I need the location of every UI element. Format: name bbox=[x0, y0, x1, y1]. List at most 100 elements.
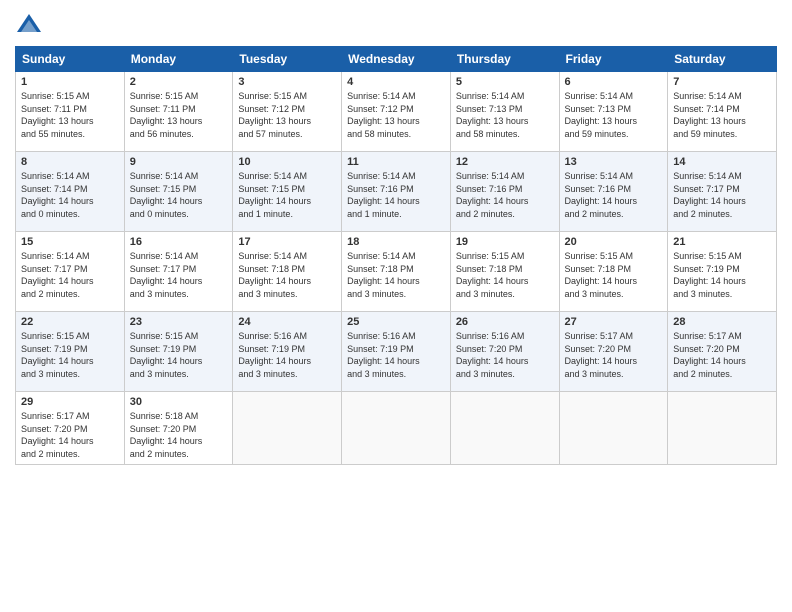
calendar-header-row: SundayMondayTuesdayWednesdayThursdayFrid… bbox=[16, 47, 777, 72]
day-info: Sunrise: 5:14 AM Sunset: 7:13 PM Dayligh… bbox=[565, 90, 663, 140]
calendar-cell: 10 Sunrise: 5:14 AM Sunset: 7:15 PM Dayli… bbox=[233, 152, 342, 232]
day-info: Sunrise: 5:14 AM Sunset: 7:12 PM Dayligh… bbox=[347, 90, 445, 140]
day-number: 2 bbox=[130, 76, 228, 88]
calendar-cell: 14 Sunrise: 5:14 AM Sunset: 7:17 PM Dayli… bbox=[668, 152, 777, 232]
day-number: 8 bbox=[21, 156, 119, 168]
calendar-header-saturday: Saturday bbox=[668, 47, 777, 72]
day-info: Sunrise: 5:16 AM Sunset: 7:20 PM Dayligh… bbox=[456, 330, 554, 380]
calendar-header-sunday: Sunday bbox=[16, 47, 125, 72]
calendar-cell: 8 Sunrise: 5:14 AM Sunset: 7:14 PM Daylig… bbox=[16, 152, 125, 232]
day-info: Sunrise: 5:15 AM Sunset: 7:19 PM Dayligh… bbox=[21, 330, 119, 380]
day-info: Sunrise: 5:14 AM Sunset: 7:14 PM Dayligh… bbox=[673, 90, 771, 140]
calendar-cell: 16 Sunrise: 5:14 AM Sunset: 7:17 PM Dayli… bbox=[124, 232, 233, 312]
day-info: Sunrise: 5:14 AM Sunset: 7:18 PM Dayligh… bbox=[347, 250, 445, 300]
day-info: Sunrise: 5:14 AM Sunset: 7:14 PM Dayligh… bbox=[21, 170, 119, 220]
day-info: Sunrise: 5:14 AM Sunset: 7:16 PM Dayligh… bbox=[347, 170, 445, 220]
day-number: 30 bbox=[130, 396, 228, 408]
day-number: 13 bbox=[565, 156, 663, 168]
calendar-week-row: 8 Sunrise: 5:14 AM Sunset: 7:14 PM Daylig… bbox=[16, 152, 777, 232]
day-number: 10 bbox=[238, 156, 336, 168]
day-number: 16 bbox=[130, 236, 228, 248]
calendar-cell: 30 Sunrise: 5:18 AM Sunset: 7:20 PM Dayli… bbox=[124, 392, 233, 465]
page: SundayMondayTuesdayWednesdayThursdayFrid… bbox=[0, 0, 792, 612]
calendar-cell: 5 Sunrise: 5:14 AM Sunset: 7:13 PM Daylig… bbox=[450, 72, 559, 152]
day-number: 21 bbox=[673, 236, 771, 248]
day-number: 19 bbox=[456, 236, 554, 248]
calendar-cell: 23 Sunrise: 5:15 AM Sunset: 7:19 PM Dayli… bbox=[124, 312, 233, 392]
calendar-header-thursday: Thursday bbox=[450, 47, 559, 72]
calendar-cell: 17Sunrise: 5:14 AM Sunset: 7:18 PM Dayli… bbox=[233, 232, 342, 312]
day-info: Sunrise: 5:14 AM Sunset: 7:17 PM Dayligh… bbox=[21, 250, 119, 300]
calendar-cell: 13Sunrise: 5:14 AM Sunset: 7:16 PM Dayli… bbox=[559, 152, 668, 232]
day-number: 3 bbox=[238, 76, 336, 88]
calendar-cell bbox=[450, 392, 559, 465]
calendar-table: SundayMondayTuesdayWednesdayThursdayFrid… bbox=[15, 46, 777, 465]
day-number: 20 bbox=[565, 236, 663, 248]
day-info: Sunrise: 5:16 AM Sunset: 7:19 PM Dayligh… bbox=[347, 330, 445, 380]
calendar-cell: 18 Sunrise: 5:14 AM Sunset: 7:18 PM Dayli… bbox=[342, 232, 451, 312]
day-number: 23 bbox=[130, 316, 228, 328]
calendar-week-row: 22 Sunrise: 5:15 AM Sunset: 7:19 PM Dayli… bbox=[16, 312, 777, 392]
header bbox=[15, 10, 777, 38]
day-number: 6 bbox=[565, 76, 663, 88]
day-info: Sunrise: 5:14 AM Sunset: 7:17 PM Dayligh… bbox=[673, 170, 771, 220]
day-number: 14 bbox=[673, 156, 771, 168]
logo bbox=[15, 10, 47, 38]
day-number: 1 bbox=[21, 76, 119, 88]
day-number: 26 bbox=[456, 316, 554, 328]
calendar-header-monday: Monday bbox=[124, 47, 233, 72]
day-info: Sunrise: 5:15 AM Sunset: 7:18 PM Dayligh… bbox=[565, 250, 663, 300]
day-number: 4 bbox=[347, 76, 445, 88]
calendar-cell: 7 Sunrise: 5:14 AM Sunset: 7:14 PM Daylig… bbox=[668, 72, 777, 152]
day-number: 18 bbox=[347, 236, 445, 248]
day-info: Sunrise: 5:14 AM Sunset: 7:15 PM Dayligh… bbox=[130, 170, 228, 220]
day-number: 29 bbox=[21, 396, 119, 408]
day-number: 12 bbox=[456, 156, 554, 168]
day-number: 11 bbox=[347, 156, 445, 168]
day-number: 28 bbox=[673, 316, 771, 328]
calendar-week-row: 15 Sunrise: 5:14 AM Sunset: 7:17 PM Dayli… bbox=[16, 232, 777, 312]
day-info: Sunrise: 5:16 AM Sunset: 7:19 PM Dayligh… bbox=[238, 330, 336, 380]
calendar-cell: 27 Sunrise: 5:17 AM Sunset: 7:20 PM Dayli… bbox=[559, 312, 668, 392]
day-info: Sunrise: 5:14 AM Sunset: 7:13 PM Dayligh… bbox=[456, 90, 554, 140]
day-info: Sunrise: 5:14 AM Sunset: 7:16 PM Dayligh… bbox=[456, 170, 554, 220]
calendar-cell: 29Sunrise: 5:17 AM Sunset: 7:20 PM Dayli… bbox=[16, 392, 125, 465]
calendar-cell: 6 Sunrise: 5:14 AM Sunset: 7:13 PM Daylig… bbox=[559, 72, 668, 152]
calendar-cell bbox=[668, 392, 777, 465]
calendar-header-tuesday: Tuesday bbox=[233, 47, 342, 72]
calendar-cell bbox=[559, 392, 668, 465]
calendar-week-row: 1 Sunrise: 5:15 AM Sunset: 7:11 PM Daylig… bbox=[16, 72, 777, 152]
day-info: Sunrise: 5:18 AM Sunset: 7:20 PM Dayligh… bbox=[130, 410, 228, 460]
day-info: Sunrise: 5:15 AM Sunset: 7:19 PM Dayligh… bbox=[673, 250, 771, 300]
day-info: Sunrise: 5:14 AM Sunset: 7:17 PM Dayligh… bbox=[130, 250, 228, 300]
calendar-cell: 26 Sunrise: 5:16 AM Sunset: 7:20 PM Dayli… bbox=[450, 312, 559, 392]
day-number: 27 bbox=[565, 316, 663, 328]
day-info: Sunrise: 5:15 AM Sunset: 7:11 PM Dayligh… bbox=[130, 90, 228, 140]
calendar-cell: 15 Sunrise: 5:14 AM Sunset: 7:17 PM Dayli… bbox=[16, 232, 125, 312]
calendar-cell: 28 Sunrise: 5:17 AM Sunset: 7:20 PM Dayli… bbox=[668, 312, 777, 392]
calendar-header-friday: Friday bbox=[559, 47, 668, 72]
calendar-cell bbox=[233, 392, 342, 465]
day-number: 25 bbox=[347, 316, 445, 328]
day-info: Sunrise: 5:17 AM Sunset: 7:20 PM Dayligh… bbox=[565, 330, 663, 380]
day-info: Sunrise: 5:15 AM Sunset: 7:18 PM Dayligh… bbox=[456, 250, 554, 300]
day-info: Sunrise: 5:15 AM Sunset: 7:19 PM Dayligh… bbox=[130, 330, 228, 380]
day-info: Sunrise: 5:14 AM Sunset: 7:15 PM Dayligh… bbox=[238, 170, 336, 220]
day-number: 15 bbox=[21, 236, 119, 248]
day-number: 9 bbox=[130, 156, 228, 168]
calendar-week-row: 29Sunrise: 5:17 AM Sunset: 7:20 PM Dayli… bbox=[16, 392, 777, 465]
calendar-cell: 3 Sunrise: 5:15 AM Sunset: 7:12 PM Daylig… bbox=[233, 72, 342, 152]
calendar-cell: 1Sunrise: 5:15 AM Sunset: 7:11 PM Daylig… bbox=[16, 72, 125, 152]
day-number: 7 bbox=[673, 76, 771, 88]
day-info: Sunrise: 5:15 AM Sunset: 7:12 PM Dayligh… bbox=[238, 90, 336, 140]
day-number: 17 bbox=[238, 236, 336, 248]
day-number: 22 bbox=[21, 316, 119, 328]
calendar-cell: 25 Sunrise: 5:16 AM Sunset: 7:19 PM Dayli… bbox=[342, 312, 451, 392]
day-info: Sunrise: 5:17 AM Sunset: 7:20 PM Dayligh… bbox=[673, 330, 771, 380]
day-number: 5 bbox=[456, 76, 554, 88]
logo-icon bbox=[15, 10, 43, 38]
calendar-cell: 2 Sunrise: 5:15 AM Sunset: 7:11 PM Daylig… bbox=[124, 72, 233, 152]
calendar-cell: 19 Sunrise: 5:15 AM Sunset: 7:18 PM Dayli… bbox=[450, 232, 559, 312]
calendar-cell: 4 Sunrise: 5:14 AM Sunset: 7:12 PM Daylig… bbox=[342, 72, 451, 152]
calendar-cell: 20 Sunrise: 5:15 AM Sunset: 7:18 PM Dayli… bbox=[559, 232, 668, 312]
